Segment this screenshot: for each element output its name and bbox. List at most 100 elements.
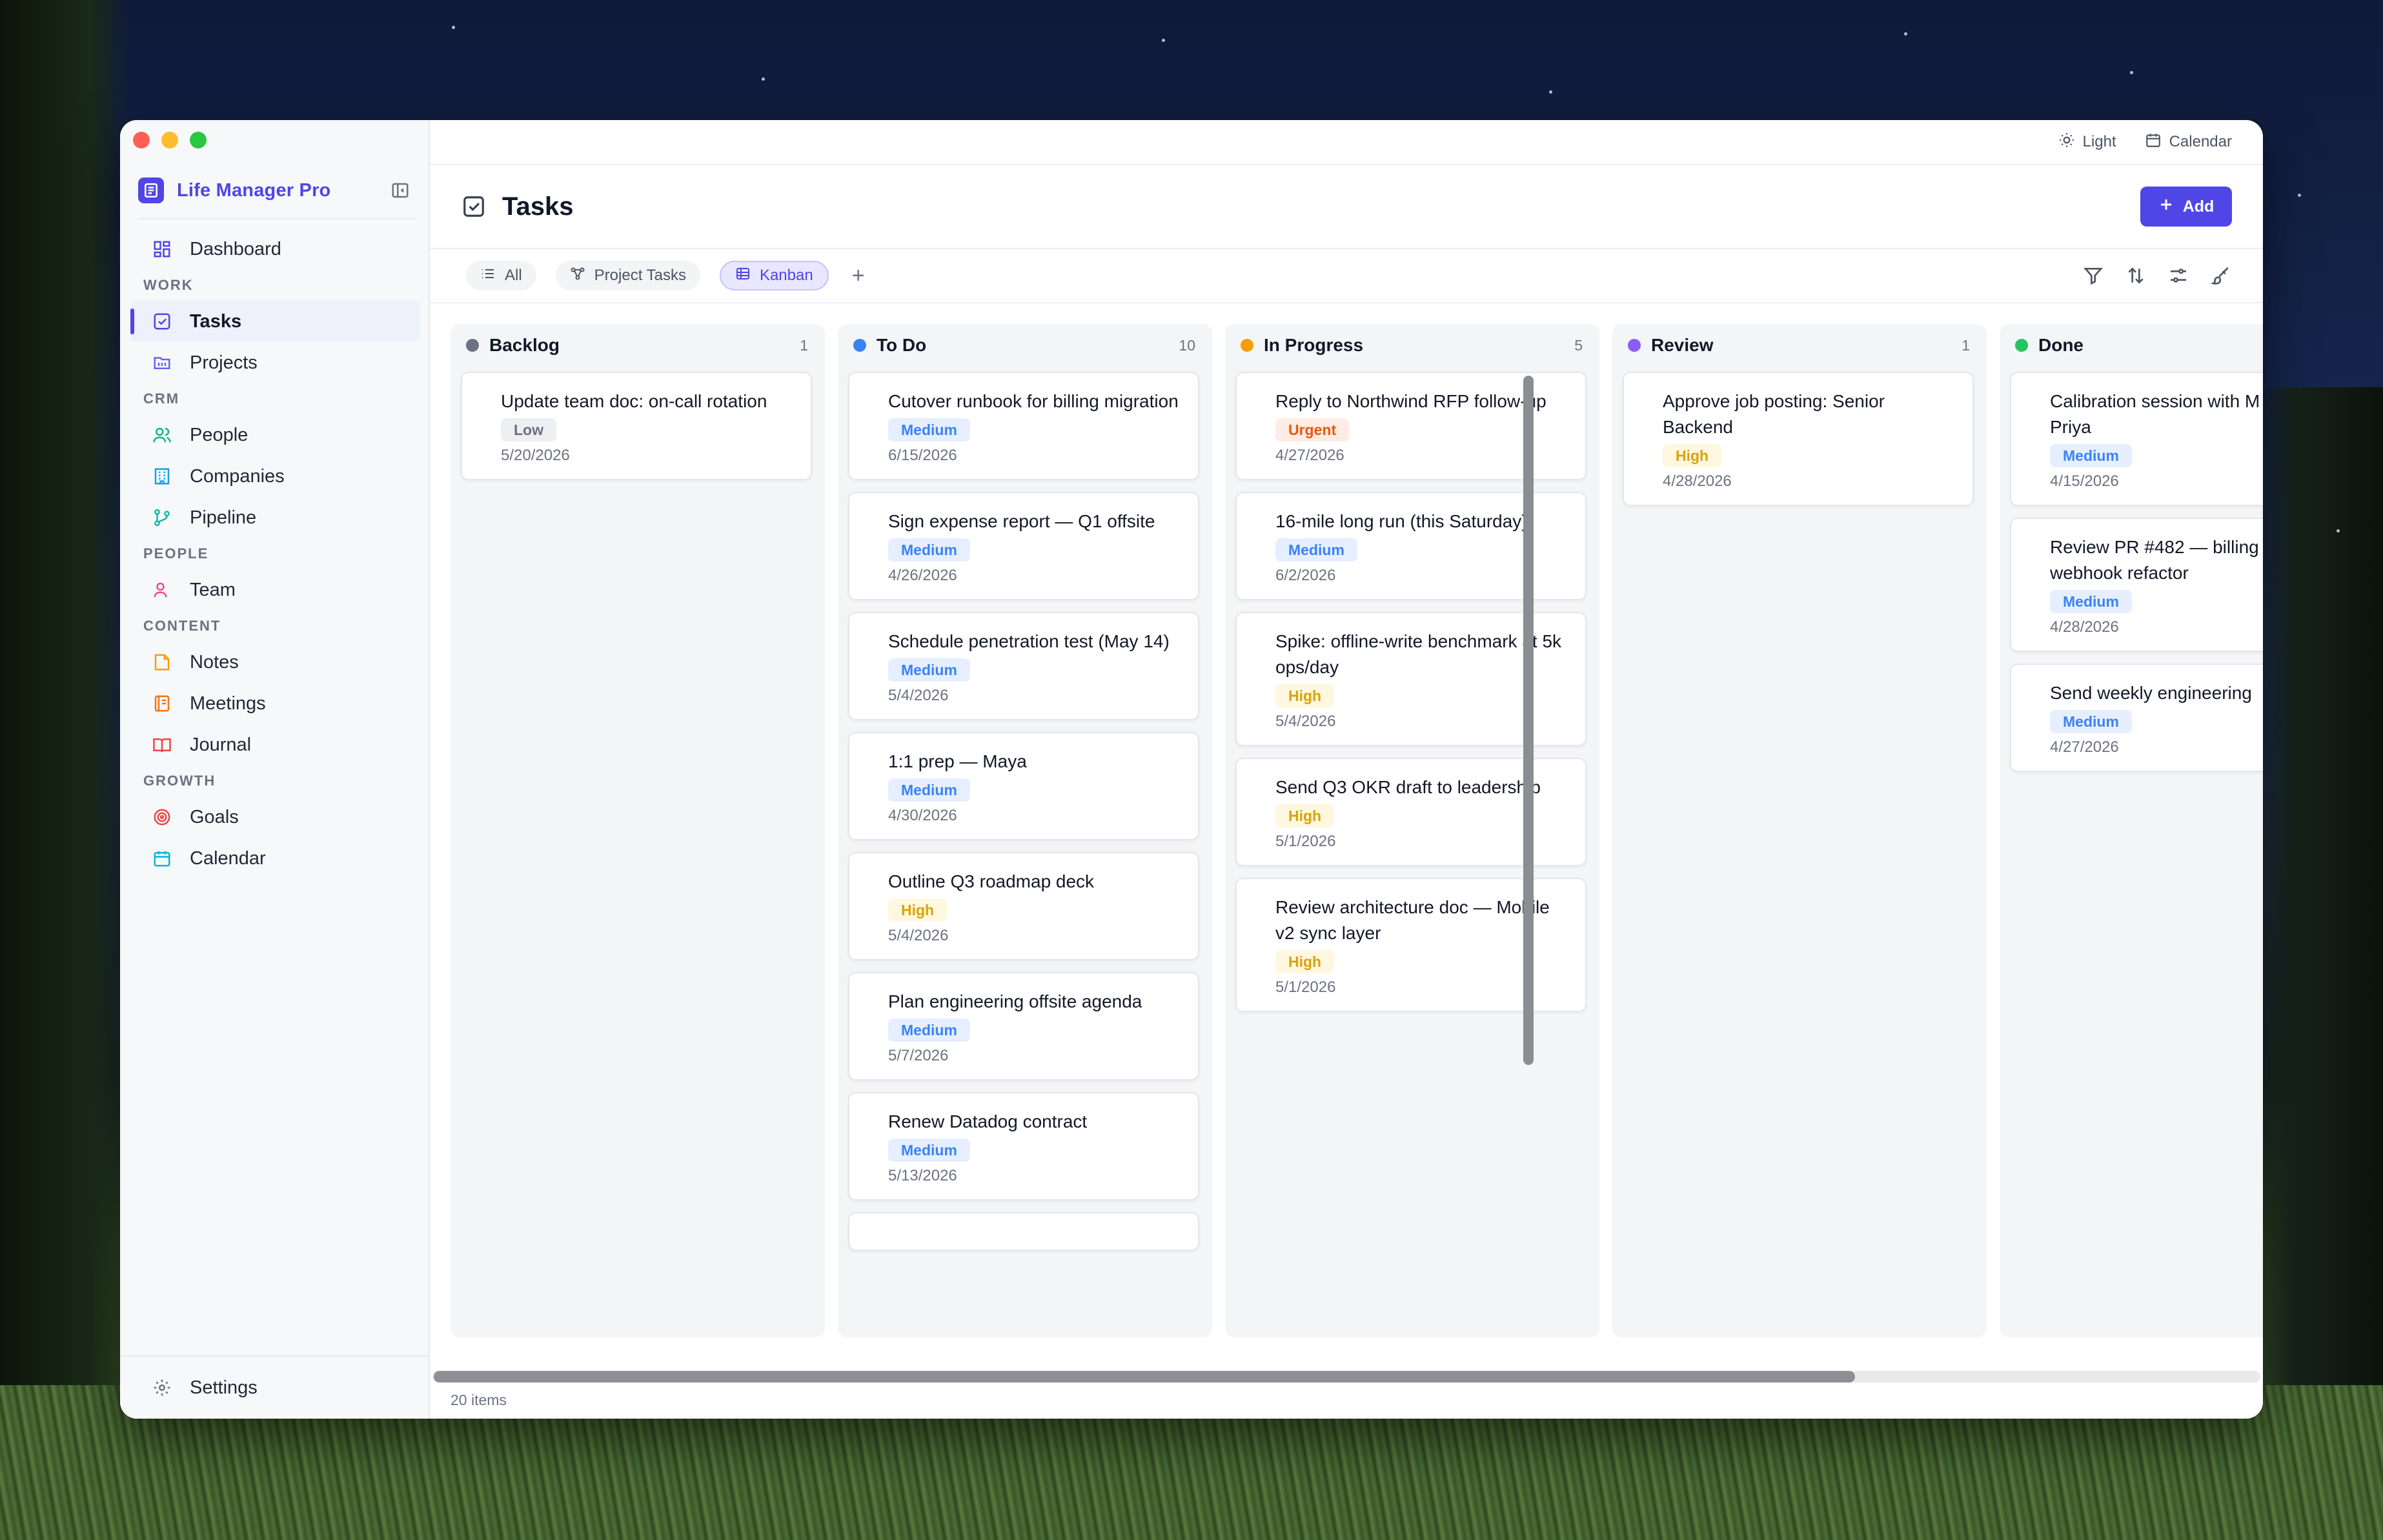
card-title: Update team doc: on-call rotation xyxy=(501,391,767,411)
sidebar-item-team[interactable]: Team xyxy=(130,569,420,611)
task-card[interactable]: Approve job posting: Senior Backend High… xyxy=(1623,372,1974,506)
kanban-column-todo: To Do 10 Cutover runbook for billing mig… xyxy=(838,324,1212,1337)
sidebar-item-goals[interactable]: Goals xyxy=(130,796,420,838)
sidebar-item-label: Settings xyxy=(190,1377,258,1398)
sort-icon[interactable] xyxy=(2125,265,2147,287)
card-title: Renew Datadog contract xyxy=(888,1111,1088,1131)
sidebar-item-label: Meetings xyxy=(190,693,266,714)
column-scrollbar[interactable] xyxy=(1523,376,1534,1065)
view-tab-all[interactable]: All xyxy=(466,261,536,290)
star xyxy=(452,26,455,29)
paintbrush-icon[interactable] xyxy=(2210,265,2232,287)
column-count: 1 xyxy=(800,336,808,354)
task-card[interactable]: Review PR #482 — billing webhook refactor… xyxy=(2010,518,2263,652)
sidebar: Life Manager Pro Dashboard WORK Tasks Pr… xyxy=(120,120,430,1419)
theme-label: Light xyxy=(2082,133,2116,150)
sidebar-item-pipeline[interactable]: Pipeline xyxy=(130,497,420,538)
sun-icon xyxy=(2058,132,2075,153)
card-date: 4/15/2026 xyxy=(2050,472,2119,490)
card-list: Reply to Northwind RFP follow-up Urgent … xyxy=(1235,372,1587,1024)
plus-icon xyxy=(2158,197,2174,217)
calendar-label: Calendar xyxy=(2169,133,2232,150)
card-date: 4/26/2026 xyxy=(888,567,957,584)
priority-badge: High xyxy=(1275,684,1335,707)
card-title: Review PR #482 — billing webhook refactor xyxy=(2050,537,2259,583)
theme-toggle-button[interactable]: Light xyxy=(2058,132,2116,153)
task-card[interactable] xyxy=(848,1212,1199,1251)
maximize-window-button[interactable] xyxy=(190,132,207,148)
card-title: Reply to Northwind RFP follow-up xyxy=(1275,391,1546,411)
calendar-button[interactable]: Calendar xyxy=(2145,132,2232,153)
task-card[interactable]: Send Q3 OKR draft to leadership High 5/1… xyxy=(1235,758,1587,866)
card-title: 1:1 prep — Maya xyxy=(888,751,1027,771)
sidebar-item-label: Notes xyxy=(190,651,239,673)
view-tools xyxy=(2082,265,2232,287)
task-card[interactable]: Send weekly engineering Medium 4/27/2026 xyxy=(2010,664,2263,772)
priority-badge: High xyxy=(1275,950,1335,973)
task-card[interactable]: 16-mile long run (this Saturday) Medium … xyxy=(1235,492,1587,600)
card-title: Send weekly engineering xyxy=(2050,683,2252,703)
sliders-icon[interactable] xyxy=(2167,265,2189,287)
sidebar-item-label: Journal xyxy=(190,734,252,755)
task-card[interactable]: Review architecture doc — Mobile v2 sync… xyxy=(1235,878,1587,1012)
card-date: 5/13/2026 xyxy=(888,1167,957,1184)
card-title: Sign expense report — Q1 offsite xyxy=(888,511,1155,531)
sidebar-item-people[interactable]: People xyxy=(130,414,420,456)
sidebar-item-calendar[interactable]: Calendar xyxy=(130,838,420,879)
view-tab-label: All xyxy=(505,267,522,284)
column-title: Backlog xyxy=(489,335,560,355)
sidebar-item-label: Dashboard xyxy=(190,238,281,259)
task-card[interactable]: Update team doc: on-call rotation Low 5/… xyxy=(461,372,812,480)
column-header: Review 1 xyxy=(1612,324,1987,367)
task-card[interactable]: Calibration session with M Priya Medium 4… xyxy=(2010,372,2263,506)
sidebar-item-projects[interactable]: Projects xyxy=(130,342,420,383)
add-view-button[interactable]: + xyxy=(852,263,865,289)
task-card[interactable]: 1:1 prep — Maya Medium 4/30/2026 xyxy=(848,732,1199,840)
status-dot xyxy=(853,339,866,352)
sidebar-item-dashboard[interactable]: Dashboard xyxy=(130,228,420,270)
star xyxy=(2298,194,2301,197)
priority-badge: Medium xyxy=(2050,444,2132,467)
view-tab-project-tasks[interactable]: Project Tasks xyxy=(555,261,700,290)
card-title: Approve job posting: Senior Backend xyxy=(1663,391,1885,437)
task-card[interactable]: Renew Datadog contract Medium 5/13/2026 xyxy=(848,1092,1199,1201)
card-date: 4/30/2026 xyxy=(888,807,957,824)
task-card[interactable]: Plan engineering offsite agenda Medium 5… xyxy=(848,972,1199,1080)
add-button[interactable]: Add xyxy=(2140,187,2232,227)
add-label: Add xyxy=(2182,197,2215,216)
card-title: Calibration session with M Priya xyxy=(2050,391,2260,437)
note-icon xyxy=(151,651,173,673)
task-card[interactable]: Reply to Northwind RFP follow-up Urgent … xyxy=(1235,372,1587,480)
task-card[interactable]: Spike: offline-write benchmark at 5k ops… xyxy=(1235,612,1587,746)
calendar-icon xyxy=(151,847,173,869)
kanban-column-in-progress: In Progress 5 Reply to Northwind RFP fol… xyxy=(1225,324,1599,1337)
sidebar-item-meetings[interactable]: Meetings xyxy=(130,683,420,724)
card-date: 5/4/2026 xyxy=(888,927,949,944)
task-card[interactable]: Outline Q3 roadmap deck High 5/4/2026 xyxy=(848,852,1199,960)
star xyxy=(1162,39,1165,42)
column-count: 5 xyxy=(1574,336,1583,354)
sidebar-item-settings[interactable]: Settings xyxy=(130,1367,420,1408)
sidebar-item-journal[interactable]: Journal xyxy=(130,724,420,765)
task-card[interactable]: Sign expense report — Q1 offsite Medium … xyxy=(848,492,1199,600)
board-scrollbar-thumb[interactable] xyxy=(434,1371,1855,1383)
sidebar-item-notes[interactable]: Notes xyxy=(130,642,420,683)
priority-badge: Urgent xyxy=(1275,418,1350,441)
sidebar-item-companies[interactable]: Companies xyxy=(130,456,420,497)
priority-badge: Medium xyxy=(888,778,970,802)
section-crm: CRM xyxy=(143,390,180,407)
task-card[interactable]: Cutover runbook for billing migration Me… xyxy=(848,372,1199,480)
minimize-window-button[interactable] xyxy=(161,132,178,148)
sidebar-item-tasks[interactable]: Tasks xyxy=(130,301,420,342)
book-open-icon xyxy=(151,734,173,756)
collapse-sidebar-icon[interactable] xyxy=(389,179,412,202)
priority-badge: Medium xyxy=(888,658,970,682)
network-icon xyxy=(570,266,585,286)
filter-icon[interactable] xyxy=(2082,265,2104,287)
view-tab-kanban[interactable]: Kanban xyxy=(719,261,829,290)
task-card[interactable]: Schedule penetration test (May 14) Mediu… xyxy=(848,612,1199,720)
close-window-button[interactable] xyxy=(133,132,150,148)
list-icon xyxy=(480,266,496,286)
top-bar: Light Calendar xyxy=(430,120,2263,165)
star xyxy=(2130,71,2133,74)
